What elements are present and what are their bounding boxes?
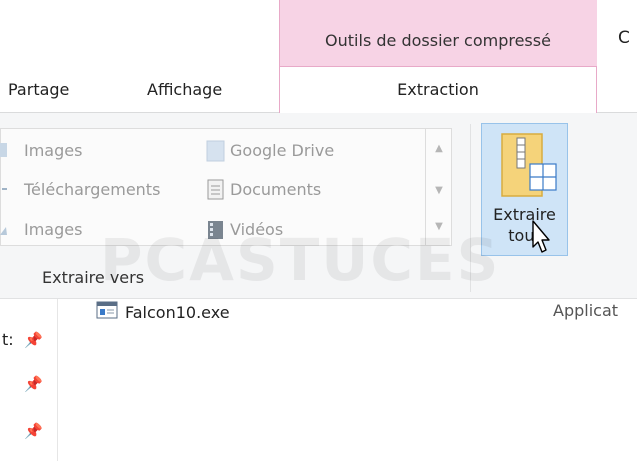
context-tab-title: Outils de dossier compressé xyxy=(325,31,551,50)
nav-item-fragment[interactable]: t: xyxy=(2,330,14,349)
gallery-item-google-drive[interactable]: Google Drive xyxy=(206,140,335,162)
gallery-item-documents[interactable]: Documents xyxy=(206,179,322,200)
file-name: Falcon10.exe xyxy=(125,302,230,322)
extract-all-label-line1: Extraire xyxy=(493,205,556,224)
tab-partage[interactable]: Partage xyxy=(8,80,69,99)
google-drive-folder-icon xyxy=(206,140,225,162)
zip-folder-extract-icon xyxy=(496,130,562,200)
scroll-down-icon[interactable]: ▼ xyxy=(426,185,452,196)
images-folder-icon xyxy=(0,219,18,239)
pin-icon: 📌 xyxy=(24,331,43,349)
gallery-item-label: Images xyxy=(24,140,83,160)
tab-affichage[interactable]: Affichage xyxy=(147,80,222,99)
tab-extraction[interactable]: Extraction xyxy=(279,80,597,99)
mouse-cursor-icon xyxy=(527,219,553,259)
window-title-fragment: C xyxy=(618,28,630,48)
images-folder-icon xyxy=(0,140,18,160)
gallery-item-images-2[interactable]: Images xyxy=(0,219,82,239)
file-type: Applicat xyxy=(553,301,619,320)
gallery-item-label: Images xyxy=(24,219,83,239)
file-list-pane xyxy=(0,299,637,461)
gallery-item-label: Téléchargements xyxy=(24,179,161,199)
file-row[interactable]: Falcon10.exe xyxy=(96,301,230,323)
downloads-folder-icon xyxy=(0,179,18,199)
nav-pane-divider xyxy=(57,299,58,461)
gallery-item-downloads[interactable]: Téléchargements xyxy=(0,179,160,199)
gallery-item-images[interactable]: Images xyxy=(0,140,82,160)
gallery-item-label: Documents xyxy=(230,179,322,199)
gallery-item-label: Google Drive xyxy=(230,140,335,160)
pin-icon: 📌 xyxy=(24,375,43,393)
watermark: PCASTUCES xyxy=(100,226,501,294)
executable-file-icon xyxy=(96,301,118,323)
scroll-up-icon[interactable]: ▲ xyxy=(426,143,452,154)
documents-folder-icon xyxy=(206,179,224,200)
pin-icon: 📌 xyxy=(24,422,43,440)
